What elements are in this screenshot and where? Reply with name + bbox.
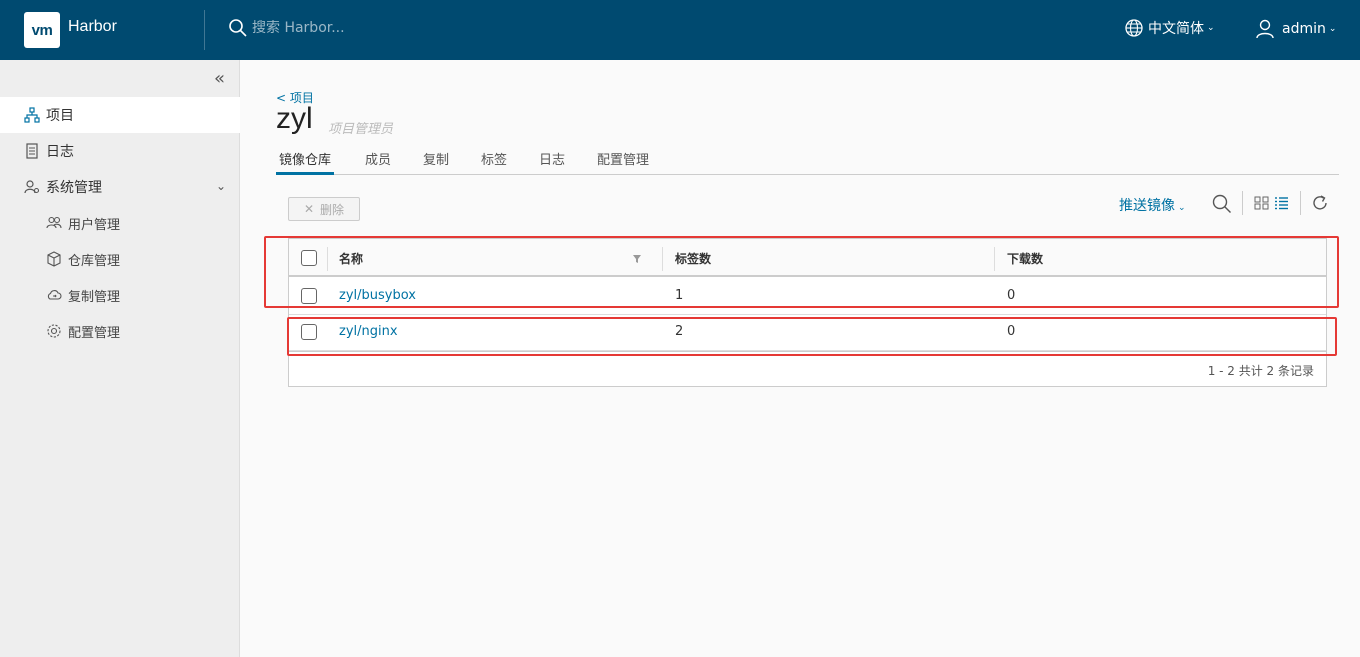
brand-name[interactable]: Harbor [68, 18, 117, 36]
delete-button[interactable]: ✕ 删除 [288, 197, 360, 221]
tab-members[interactable]: 成员 [365, 149, 391, 175]
language-switcher[interactable]: 中文简体 ⌄ [1124, 18, 1215, 38]
sidebar-item-projects[interactable]: 项目 [0, 97, 240, 133]
user-menu[interactable]: admin ⌄ [1254, 18, 1336, 40]
header-divider [204, 10, 205, 50]
push-image-dropdown[interactable]: 推送镜像 ⌄ [1119, 195, 1186, 215]
table-footer: 1 - 2 共计 2 条记录 [289, 351, 1326, 387]
tab-repositories[interactable]: 镜像仓库 [276, 149, 335, 175]
sidebar-item-configuration[interactable]: 配置管理 [0, 313, 240, 349]
user-icon [1256, 19, 1274, 39]
chevron-down-icon: ⌄ [215, 179, 226, 193]
globe-icon [1125, 19, 1143, 37]
sidebar-item-label: 仓库管理 [68, 253, 121, 269]
tab-configuration[interactable]: 配置管理 [597, 149, 649, 175]
top-header: vm Harbor 中文简体⌄ admin⌄ [0, 0, 1360, 60]
tab-logs[interactable]: 日志 [539, 149, 565, 175]
sidebar-item-label: 系统管理 [46, 180, 102, 196]
search-input[interactable] [252, 20, 452, 36]
search-icon [229, 19, 247, 37]
sidebar-item-replication[interactable]: 复制管理 [0, 277, 240, 313]
gear-icon [47, 324, 61, 338]
users-icon [46, 216, 62, 229]
search-icon[interactable] [1212, 194, 1232, 214]
card-view-icon[interactable] [1254, 196, 1269, 210]
project-tabs: 镜像仓库 成员 复制 标签 日志 配置管理 [276, 144, 1339, 175]
logs-icon [26, 143, 38, 159]
language-label: 中文简体 [1148, 21, 1204, 37]
username: admin [1282, 21, 1326, 37]
push-image-label: 推送镜像 [1119, 198, 1175, 214]
tab-labels[interactable]: 标签 [481, 149, 507, 175]
sidebar-item-logs[interactable]: 日志 [0, 133, 240, 169]
logo-text: vm [31, 21, 53, 39]
toolbar-divider [1242, 191, 1243, 215]
vmware-logo[interactable]: vm [24, 12, 60, 48]
sidebar-item-label: 用户管理 [68, 217, 121, 233]
replication-icon [47, 290, 62, 300]
annotation-box [287, 317, 1337, 356]
tab-replication[interactable]: 复制 [423, 149, 449, 175]
sidebar-item-label: 配置管理 [68, 325, 121, 341]
toolbar-divider [1300, 191, 1301, 215]
close-icon: ✕ [303, 202, 315, 216]
sidebar-item-label: 项目 [46, 108, 74, 124]
annotation-box [264, 236, 1339, 308]
list-view-icon[interactable] [1274, 196, 1289, 210]
sidebar-item-label: 日志 [46, 144, 74, 160]
delete-label: 删除 [320, 202, 345, 217]
page-title: zyl [276, 102, 313, 135]
collapse-sidebar-icon[interactable]: « [214, 68, 225, 89]
registry-icon [47, 251, 61, 267]
chevron-down-icon: ⌄ [1207, 23, 1215, 33]
global-search [228, 18, 452, 38]
projects-icon [24, 107, 40, 123]
sidebar-item-label: 复制管理 [68, 289, 121, 305]
chevron-down-icon: ⌄ [1328, 24, 1337, 34]
chevron-down-icon: ⌄ [1178, 203, 1186, 213]
sidebar-item-registries[interactable]: 仓库管理 [0, 241, 240, 277]
project-role: 项目管理员 [328, 122, 394, 137]
sidebar: « 项目 日志 系统管理 ⌄ 用户管理 仓库管理 复制管理 配置管理 [0, 60, 240, 657]
pagination-summary: 1 - 2 共计 2 条记录 [1207, 364, 1314, 378]
sidebar-item-users[interactable]: 用户管理 [0, 205, 240, 241]
refresh-icon[interactable] [1311, 194, 1329, 212]
admin-icon [24, 180, 40, 194]
sidebar-item-administration[interactable]: 系统管理 ⌄ [0, 169, 240, 205]
